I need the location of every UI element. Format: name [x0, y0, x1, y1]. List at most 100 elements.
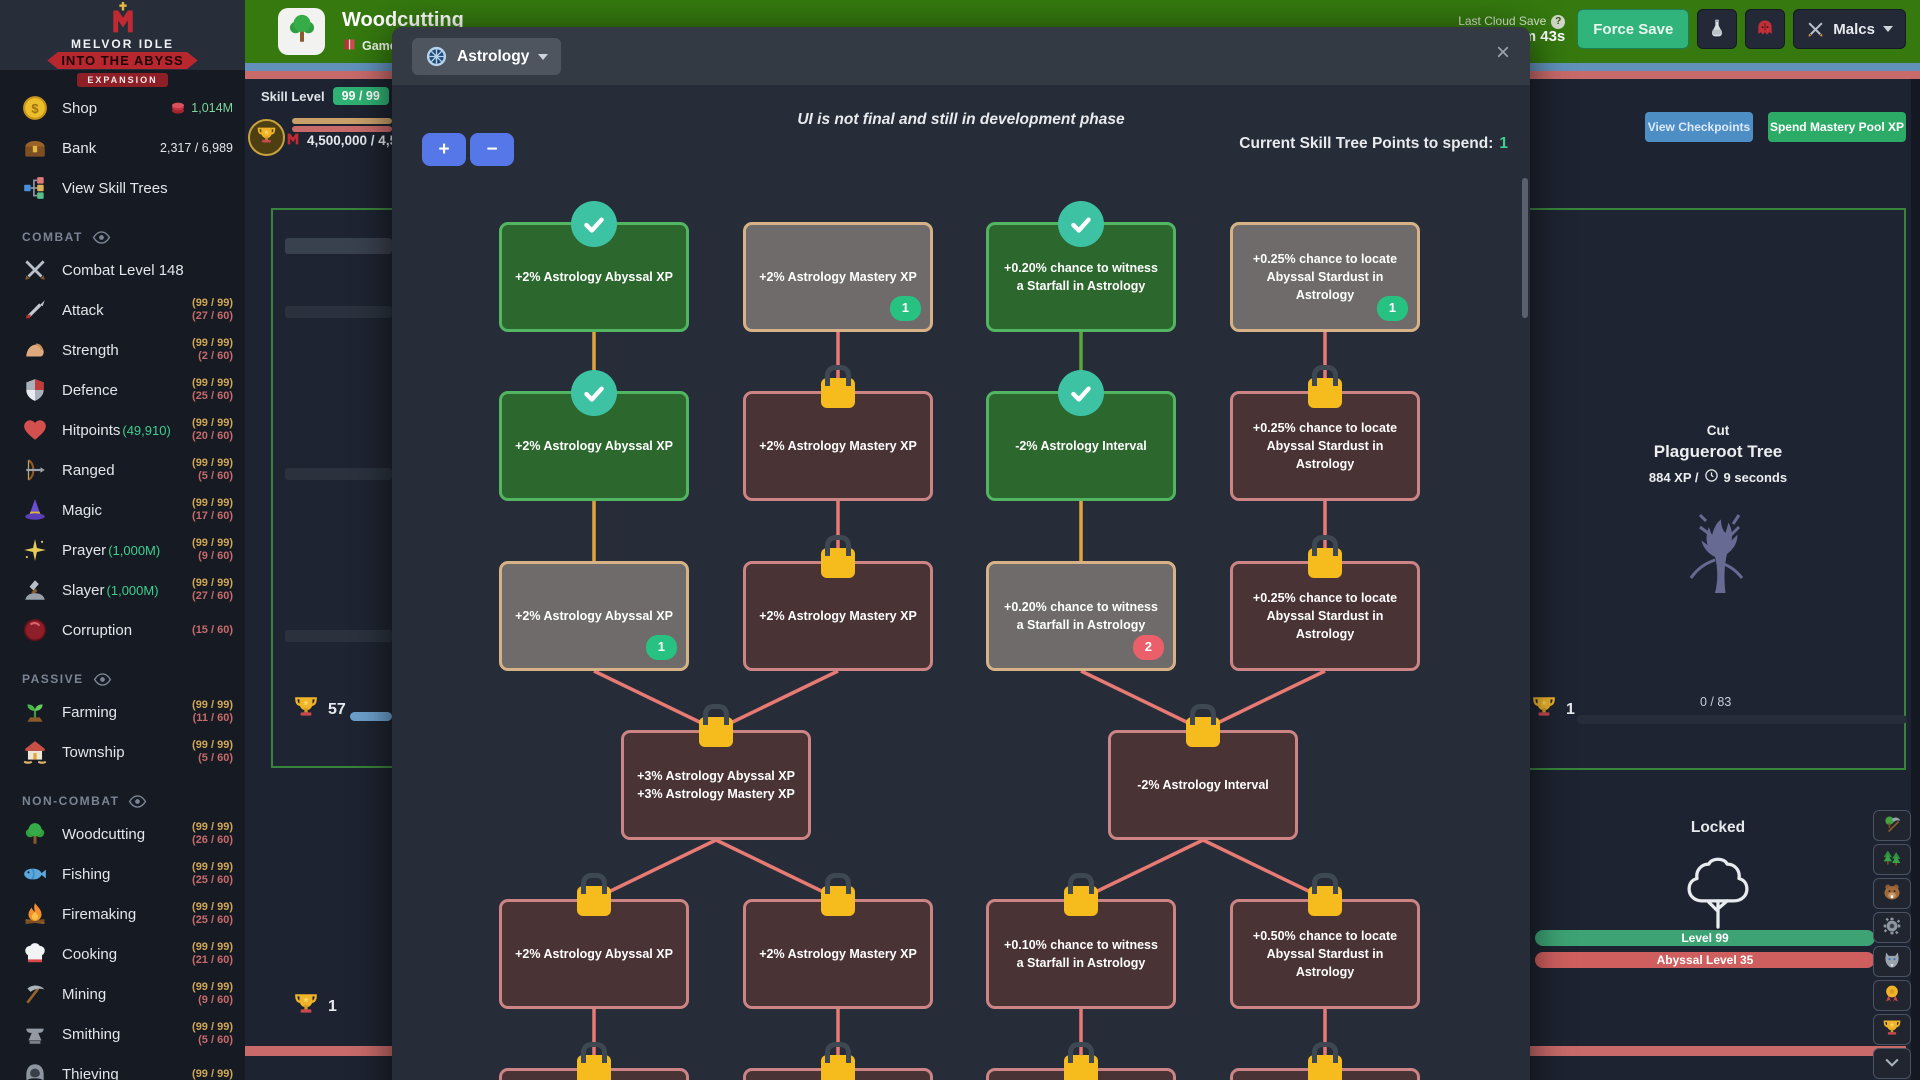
sidebar-item-corruption[interactable]: Corruption(15 / 60)	[0, 610, 245, 650]
help-icon[interactable]: ?	[1551, 15, 1565, 29]
sidebar-item-shop[interactable]: $ Shop 1,014M	[0, 88, 245, 128]
spend-mastery-pool-button[interactable]: Spend Mastery Pool XP	[1768, 112, 1906, 142]
sidebar-item-defence[interactable]: Defence(99 / 99)(25 / 60)	[0, 370, 245, 410]
pine-trees-icon	[1882, 848, 1902, 871]
tree-node-hidden-20[interactable]	[986, 1068, 1176, 1080]
skill-progress: (99 / 99)(11 / 60)	[192, 699, 233, 725]
woodcutting-rail-button[interactable]	[1873, 810, 1911, 841]
eye-icon[interactable]	[93, 670, 112, 689]
sidebar-item-farming[interactable]: Farming(99 / 99)(11 / 60)	[0, 692, 245, 732]
cut-progress-track	[1577, 715, 1907, 724]
gear-button[interactable]	[1873, 912, 1911, 943]
eye-icon[interactable]	[128, 792, 147, 811]
tree-node-2-astrology-mastery-xp[interactable]: +2% Astrology Mastery XP	[743, 561, 933, 671]
mastery-bar-left	[350, 712, 392, 721]
sidebar-item-prayer[interactable]: Prayer(1,000M)(99 / 99)(9 / 60)	[0, 530, 245, 570]
sidebar-item-cooking[interactable]: Cooking(99 / 99)(21 / 60)	[0, 934, 245, 974]
medal-button[interactable]	[1873, 980, 1911, 1011]
tree-node-2-astrology-mastery-xp[interactable]: +2% Astrology Mastery XP1	[743, 222, 933, 332]
bank-count: 2,317 / 6,989	[160, 141, 233, 155]
tree-node-0-20-chance-to-witness-a-starfall-in-astrology[interactable]: +0.20% chance to witness a Starfall in A…	[986, 222, 1176, 332]
prayer-icon	[22, 537, 48, 563]
wolf-button[interactable]	[1873, 946, 1911, 977]
sidebar-item-woodcutting[interactable]: Woodcutting(99 / 99)(26 / 60)	[0, 814, 245, 854]
beaver-button[interactable]	[1873, 878, 1911, 909]
sidebar-item-firemaking[interactable]: Firemaking(99 / 99)(25 / 60)	[0, 894, 245, 934]
sidebar-item-attack[interactable]: Attack(99 / 99)(27 / 60)	[0, 290, 245, 330]
skill-progress: (99 / 99)(25 / 60)	[192, 377, 233, 403]
sidebar-item-bank[interactable]: Bank 2,317 / 6,989	[0, 128, 245, 168]
woodcutting-rail-icon	[1882, 814, 1902, 837]
node-text: +0.20% chance to witness a Starfall in A…	[1002, 598, 1160, 634]
sidebar-item-combat-level-148[interactable]: Combat Level 148	[0, 250, 245, 290]
tree-node-0-25-chance-to-locate-abyssal-stardust-in-astrology[interactable]: +0.25% chance to locate Abyssal Stardust…	[1230, 391, 1420, 501]
tree-node-2-astrology-abyssal-xp[interactable]: +2% Astrology Abyssal XP1	[499, 561, 689, 671]
cost-badge: 2	[1133, 635, 1164, 660]
sidebar-item-thieving[interactable]: Thieving(99 / 99)	[0, 1054, 245, 1080]
sidebar-item-ranged[interactable]: Ranged(99 / 99)(5 / 60)	[0, 450, 245, 490]
sidebar-item-hitpoints[interactable]: Hitpoints(49,910)(99 / 99)(20 / 60)	[0, 410, 245, 450]
mastery-level-right: 1	[1531, 694, 1575, 725]
padlock-icon	[699, 717, 733, 747]
chevron-down-button[interactable]	[1873, 1048, 1911, 1079]
tree-node-2-astrology-interval[interactable]: -2% Astrology Interval	[986, 391, 1176, 501]
tree-node-2-astrology-interval[interactable]: -2% Astrology Interval	[1108, 730, 1298, 840]
tree-node-2-astrology-abyssal-xp[interactable]: +2% Astrology Abyssal XP	[499, 899, 689, 1009]
sidebar-item-mining[interactable]: Mining(99 / 99)(9 / 60)	[0, 974, 245, 1014]
page: MELVOR IDLE INTO THE ABYSS EXPANSION $ S…	[0, 0, 1920, 1080]
action-verb: Cut	[1530, 423, 1906, 438]
tree-node-0-25-chance-to-locate-abyssal-stardust-in-astrology[interactable]: +0.25% chance to locate Abyssal Stardust…	[1230, 222, 1420, 332]
sidebar-item-slayer[interactable]: Slayer(1,000M)(99 / 99)(27 / 60)	[0, 570, 245, 610]
sidebar-item-smithing[interactable]: Smithing(99 / 99)(5 / 60)	[0, 1014, 245, 1054]
equipment-button[interactable]	[1745, 9, 1785, 49]
smithing-icon	[22, 1021, 48, 1047]
padlock-icon	[1064, 1055, 1098, 1080]
potion-icon	[1707, 18, 1727, 41]
force-save-button[interactable]: Force Save	[1577, 9, 1689, 49]
defence-icon	[22, 377, 48, 403]
skill-tree-icon	[22, 175, 48, 201]
modal-scrollbar-thumb[interactable]	[1522, 178, 1528, 318]
tree-node-0-50-chance-to-locate-abyssal-stardust-in-astrology[interactable]: +0.50% chance to locate Abyssal Stardust…	[1230, 899, 1420, 1009]
tree-node-hidden-21[interactable]	[1230, 1068, 1420, 1080]
chevron-down-icon	[1883, 26, 1893, 32]
tree-node-2-astrology-mastery-xp[interactable]: +2% Astrology Mastery XP	[743, 899, 933, 1009]
sidebar-item-view-skill-trees[interactable]: View Skill Trees	[0, 168, 245, 208]
tree-node-hidden-18[interactable]	[499, 1068, 689, 1080]
eye-icon[interactable]	[92, 228, 111, 247]
tree-node-2-astrology-abyssal-xp[interactable]: +2% Astrology Abyssal XP	[499, 222, 689, 332]
account-menu-button[interactable]: Malcs	[1793, 9, 1906, 49]
view-checkpoints-button[interactable]: View Checkpoints	[1645, 112, 1753, 142]
cooking-icon	[22, 941, 48, 967]
sidebar-item-township[interactable]: Township(99 / 99)(5 / 60)	[0, 732, 245, 772]
sidebar-item-magic[interactable]: Magic(99 / 99)(17 / 60)	[0, 490, 245, 530]
node-text: -2% Astrology Interval	[1015, 437, 1147, 455]
node-text: +0.25% chance to locate Abyssal Stardust…	[1246, 250, 1404, 304]
clock-icon	[1704, 468, 1719, 486]
sidebar-item-fishing[interactable]: Fishing(99 / 99)(25 / 60)	[0, 854, 245, 894]
sidebar-item-strength[interactable]: Strength(99 / 99)(2 / 60)	[0, 330, 245, 370]
locked-level-pill: Level 99	[1535, 930, 1875, 946]
tree-node-0-10-chance-to-witness-a-starfall-in-astrology[interactable]: +0.10% chance to witness a Starfall in A…	[986, 899, 1176, 1009]
tree-node-0-20-chance-to-witness-a-starfall-in-astrology[interactable]: +0.20% chance to witness a Starfall in A…	[986, 561, 1176, 671]
pine-trees-button[interactable]	[1873, 844, 1911, 875]
page-scrollbar[interactable]	[1911, 79, 1920, 1080]
tree-node-2-astrology-mastery-xp[interactable]: +2% Astrology Mastery XP	[743, 391, 933, 501]
section-title-combat: COMBAT	[0, 224, 245, 250]
beaver-icon	[1882, 882, 1902, 905]
potion-button[interactable]	[1697, 9, 1737, 49]
node-text: -2% Astrology Interval	[1137, 776, 1269, 794]
melvor-m-icon	[0, 2, 245, 41]
tree-node-hidden-19[interactable]	[743, 1068, 933, 1080]
attack-icon	[22, 297, 48, 323]
node-text: +2% Astrology Abyssal XP	[515, 437, 673, 455]
trophy-button[interactable]	[1873, 1014, 1911, 1045]
tree-node-3-astrology-abyssal-xp[interactable]: +3% Astrology Abyssal XP+3% Astrology Ma…	[621, 730, 811, 840]
sidebar: MELVOR IDLE INTO THE ABYSS EXPANSION $ S…	[0, 0, 245, 1080]
firemaking-icon	[22, 901, 48, 927]
woodcutting-skill-icon	[278, 8, 325, 55]
skill-progress: (99 / 99)(2 / 60)	[192, 337, 233, 363]
tree-node-0-25-chance-to-locate-abyssal-stardust-in-astrology[interactable]: +0.25% chance to locate Abyssal Stardust…	[1230, 561, 1420, 671]
view-skill-trees-label: View Skill Trees	[62, 180, 168, 197]
tree-node-2-astrology-abyssal-xp[interactable]: +2% Astrology Abyssal XP	[499, 391, 689, 501]
